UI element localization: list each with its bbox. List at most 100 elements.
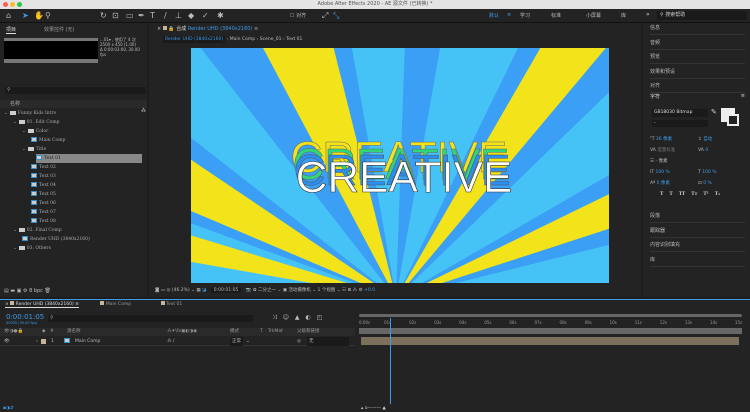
- project-item[interactable]: Render UHD (3840x2160): [0, 235, 147, 244]
- current-time-field[interactable]: 0:00:01:05: [210, 288, 242, 293]
- layer-duration-bar[interactable]: [361, 337, 739, 345]
- panel-sections_top-1[interactable]: 音频: [650, 36, 745, 50]
- vertical-scale-field[interactable]: IT 100 %: [650, 167, 698, 178]
- composition-canvas[interactable]: CREATIVE CREATIVE CREATIVE CREATIVE: [191, 48, 609, 283]
- tsume-field[interactable]: ⊡ 0 %: [698, 181, 712, 186]
- tracking-field[interactable]: VA 0: [698, 148, 708, 153]
- source-name-column[interactable]: 源名称: [67, 328, 81, 336]
- graph-editor-icon[interactable]: ◰: [317, 314, 323, 321]
- font-size-field[interactable]: ᵀT 36 像素: [650, 134, 698, 145]
- work-area-bar[interactable]: [359, 314, 742, 317]
- home-icon[interactable]: ⌂: [6, 11, 11, 21]
- project-item[interactable]: Text 03: [0, 172, 147, 181]
- views-dropdown[interactable]: 1 个视图: [318, 288, 336, 293]
- project-item[interactable]: Text 05: [0, 190, 147, 199]
- parent-dropdown[interactable]: 无: [307, 337, 349, 346]
- project-item[interactable]: ⌄ Funny Kids Intro: [0, 109, 147, 118]
- panel-sections_top-3[interactable]: 效果和预设: [650, 65, 745, 79]
- workspace-learn[interactable]: 学习: [520, 12, 530, 19]
- resolution-dropdown[interactable]: 二分之一: [258, 288, 276, 293]
- project-item[interactable]: ⌄ 01. Edit Comp: [0, 118, 147, 127]
- work-area-range[interactable]: [359, 328, 742, 334]
- project-item[interactable]: ⌄ 03. Others: [0, 244, 147, 253]
- workspace-library[interactable]: 库: [621, 12, 626, 19]
- workspace-small-screen[interactable]: 小屏幕: [586, 12, 601, 19]
- text-style-button[interactable]: T: [669, 192, 672, 197]
- transparency-grid-icon[interactable]: ▣: [283, 288, 287, 293]
- rotate-tool-icon[interactable]: ↻: [100, 11, 107, 21]
- layer-label-color[interactable]: [41, 339, 46, 344]
- flowchart-view-icon[interactable]: ⁂: [353, 288, 358, 293]
- delete-icon[interactable]: 🗑: [45, 288, 51, 294]
- panel-sections_bottom-3[interactable]: 库: [650, 253, 745, 267]
- zoom-tool-icon[interactable]: ⚲: [45, 11, 51, 21]
- layer-search-input[interactable]: ⚲: [48, 315, 253, 322]
- expand-layer-icon[interactable]: ›: [36, 337, 38, 346]
- project-item[interactable]: Main Comp: [0, 136, 147, 145]
- tab-project[interactable]: 项目: [6, 26, 17, 34]
- zoom-slider[interactable]: ▴ o——— ▲: [361, 405, 386, 412]
- horizontal-scale-field[interactable]: T 100 %: [698, 170, 716, 175]
- panel-sections_top-2[interactable]: 预览: [650, 50, 745, 64]
- breadcrumb-main-comp[interactable]: Main Comp: [230, 37, 255, 42]
- panel-menu-icon[interactable]: ≡: [741, 93, 745, 99]
- comp-tab[interactable]: × 🔒 合成 Render UHD (3840x2160) ≡: [157, 25, 258, 32]
- exposure-value[interactable]: +0.0: [364, 288, 375, 293]
- project-item[interactable]: Text 07: [0, 208, 147, 217]
- panel-sections_top-0[interactable]: 信息: [650, 21, 745, 35]
- puppet-pin-icon[interactable]: ✱: [217, 11, 224, 21]
- project-search-input[interactable]: ⚲: [5, 87, 146, 94]
- bpc-button[interactable]: 8 bpc: [29, 288, 43, 294]
- timeline-icon[interactable]: ⊞: [347, 288, 351, 293]
- timeline-tab-main-comp[interactable]: Main Comp: [100, 301, 131, 307]
- project-item[interactable]: Text 01: [36, 154, 142, 163]
- roto-brush-icon[interactable]: ✓: [202, 11, 209, 21]
- project-item[interactable]: Text 04: [0, 181, 147, 190]
- zoom-window-button[interactable]: [17, 2, 22, 7]
- expand-icon[interactable]: ⤡: [333, 11, 339, 21]
- new-comp-icon[interactable]: ▣: [17, 288, 22, 294]
- shy-layers-icon[interactable]: ☺: [283, 314, 289, 321]
- color-channel-icon[interactable]: ✿: [253, 288, 257, 293]
- draft-3d-icon[interactable]: ⤨: [272, 314, 277, 321]
- snap-icon[interactable]: ⤢: [322, 11, 328, 21]
- clone-stamp-icon[interactable]: ⊥: [175, 11, 182, 21]
- help-search-input[interactable]: ⚲ 搜索帮助: [657, 11, 747, 20]
- render-icon[interactable]: ☷: [342, 288, 346, 293]
- timeline-tab-render-uhd[interactable]: × Render UHD (3840x2160) ≡: [5, 301, 79, 308]
- exposure-reset-icon[interactable]: ⚙: [359, 288, 363, 293]
- eraser-icon[interactable]: ◆: [188, 11, 194, 21]
- workspace-menu-icon[interactable]: ≡: [507, 12, 511, 18]
- monitor-icon[interactable]: ▭: [161, 288, 165, 293]
- motion-blur-icon[interactable]: ◐: [305, 314, 310, 321]
- workspace-default[interactable]: 默认: [489, 12, 499, 19]
- timeline-tab-text-01[interactable]: Text 01: [160, 301, 182, 307]
- tab-menu-icon[interactable]: ≡: [254, 26, 258, 32]
- settings-icon[interactable]: ⚙: [23, 288, 27, 294]
- project-item[interactable]: Text 08: [0, 217, 147, 226]
- more-workspaces-button[interactable]: »: [646, 11, 650, 18]
- mask-icon[interactable]: ◎: [167, 288, 171, 293]
- camera-tool-icon[interactable]: ⊡: [112, 11, 119, 21]
- panel-sections_bottom-2[interactable]: 内容识别填充: [650, 238, 745, 252]
- kerning-field[interactable]: VA 度量标准: [650, 145, 698, 156]
- timeline-current-time[interactable]: 0:00:01:05: [6, 313, 44, 321]
- brush-tool-icon[interactable]: /: [164, 11, 167, 21]
- grid-icon[interactable]: ▦: [196, 288, 200, 293]
- collapse-transform-icon[interactable]: ⁂ /: [167, 337, 174, 346]
- workspace-standard[interactable]: 标准: [551, 12, 561, 19]
- text-style-button[interactable]: TT: [679, 192, 686, 197]
- playhead[interactable]: [390, 318, 392, 404]
- hand-tool-icon[interactable]: ✋: [34, 11, 44, 21]
- eyedropper-icon[interactable]: ✎: [711, 108, 717, 116]
- panel-sections_bottom-0[interactable]: 段落: [650, 209, 745, 223]
- render-time-icon[interactable]: ▪◑⇵: [3, 406, 14, 411]
- project-item[interactable]: ⌄ Color: [0, 127, 147, 136]
- project-item[interactable]: Text 02: [0, 163, 147, 172]
- panel-sections_top-4[interactable]: 对齐: [650, 79, 745, 93]
- panel-sections_bottom-1[interactable]: 跟踪器: [650, 224, 745, 238]
- leading-field[interactable]: ⇳ 自动: [698, 137, 712, 142]
- tab-effect-controls[interactable]: 效果控件 (无): [44, 26, 75, 33]
- rectangle-tool-icon[interactable]: ▭: [126, 11, 134, 21]
- new-folder-icon[interactable]: ▬: [10, 288, 15, 294]
